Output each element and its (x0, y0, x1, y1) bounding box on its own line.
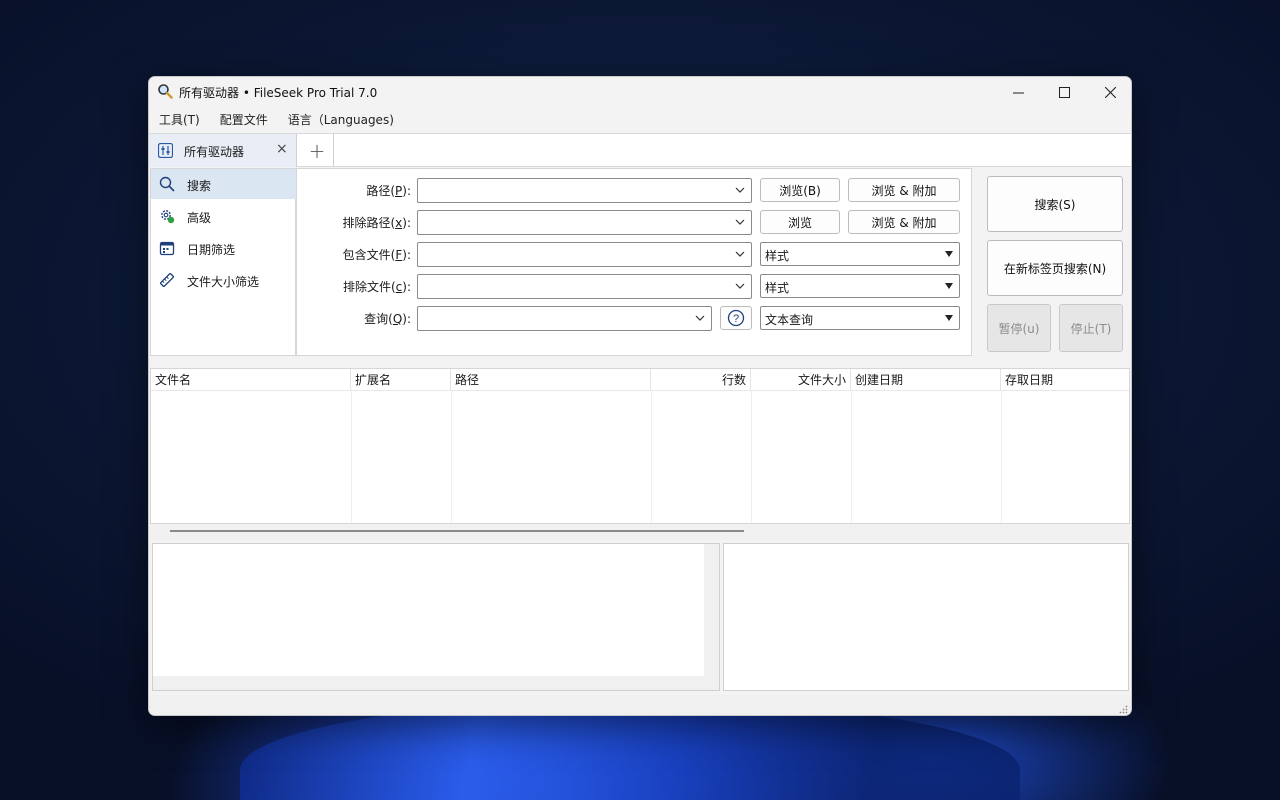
browse-append-button-2[interactable]: 浏览 & 附加 (848, 210, 960, 234)
tab-label: 所有驱动器 (184, 145, 245, 159)
gear-icon (161, 210, 175, 224)
sidebar-item-label: 搜索 (187, 179, 212, 193)
exclude-files-combo[interactable] (417, 274, 752, 299)
sidebar-item-label: 日期筛选 (187, 243, 236, 257)
query-label: 查询(Q): (364, 312, 411, 326)
sidebar-item-label: 高级 (187, 211, 212, 225)
tab-all-drives[interactable]: 所有驱动器 × (149, 134, 297, 167)
pause-button[interactable]: 暂停(u) (987, 304, 1051, 352)
minimize-button[interactable] (995, 77, 1041, 107)
maximize-icon (1058, 86, 1070, 98)
tab-bar: 所有驱动器 × + (149, 133, 1131, 167)
tab-close-icon[interactable]: × (276, 141, 288, 157)
magnifier-app-icon (158, 84, 173, 99)
menu-bar: 工具(T) 配置文件 语言（Languages) (149, 107, 1131, 133)
search-icon (159, 176, 175, 192)
preview-pane-right[interactable] (723, 543, 1129, 691)
include-mode-select[interactable]: 样式 (760, 242, 960, 266)
column-divider (351, 391, 352, 523)
sidebar-item-search[interactable]: 搜索 (151, 169, 296, 199)
column-divider (1001, 391, 1002, 523)
exclude-path-label: 排除路径(x): (342, 216, 411, 230)
column-divider (851, 391, 852, 523)
menu-profiles[interactable]: 配置文件 (212, 107, 276, 133)
query-mode-select[interactable]: 文本查询 (760, 306, 960, 330)
dropdown-arrow-icon (945, 283, 953, 289)
add-tab-button[interactable]: + (303, 137, 331, 165)
menu-languages[interactable]: 语言（Languages) (280, 107, 402, 133)
chevron-down-icon[interactable] (734, 247, 746, 261)
preview-pane-left[interactable] (152, 543, 720, 691)
chevron-down-icon[interactable] (734, 215, 746, 229)
include-files-label: 包含文件(F): (342, 248, 411, 262)
dropdown-arrow-icon (945, 251, 953, 257)
path-combo[interactable] (417, 178, 752, 203)
column-header-filename[interactable]: 文件名 (151, 369, 351, 391)
tab-separator (333, 134, 334, 167)
stop-button[interactable]: 停止(T) (1059, 304, 1123, 352)
column-header-accessed[interactable]: 存取日期 (1001, 369, 1129, 391)
results-table: 文件名 扩展名 路径 行数 文件大小 创建日期 存取日期 (150, 368, 1130, 524)
column-header-created[interactable]: 创建日期 (851, 369, 1001, 391)
browse-button[interactable]: 浏览 (760, 210, 840, 234)
chevron-down-icon[interactable] (694, 311, 706, 325)
include-files-combo[interactable] (417, 242, 752, 267)
results-horizontal-scrollbar[interactable] (150, 524, 1130, 540)
dropdown-arrow-icon (945, 315, 953, 321)
exclude-mode-select[interactable]: 样式 (760, 274, 960, 298)
search-form: 路径(P): 浏览(B) 浏览 & 附加 排除路径(x): 浏览 浏览 & 附加… (296, 168, 972, 356)
column-divider (751, 391, 752, 523)
close-button[interactable] (1087, 77, 1131, 107)
preview-horizontal-scrollbar[interactable] (153, 676, 719, 690)
column-divider (451, 391, 452, 523)
search-new-tab-button[interactable]: 在新标签页搜索(N) (987, 240, 1123, 296)
sliders-icon (158, 143, 173, 158)
column-header-lines[interactable]: 行数 (651, 369, 751, 391)
title-bar: 所有驱动器 • FileSeek Pro Trial 7.0 (149, 77, 1131, 107)
column-header-size[interactable]: 文件大小 (751, 369, 851, 391)
query-combo[interactable] (417, 306, 712, 331)
minimize-icon (1012, 92, 1024, 93)
chevron-down-icon[interactable] (734, 183, 746, 197)
chevron-down-icon[interactable] (734, 279, 746, 293)
search-button[interactable]: 搜索(S) (987, 176, 1123, 232)
close-icon (1104, 86, 1116, 98)
preview-vertical-scrollbar[interactable] (704, 544, 719, 690)
window-title: 所有驱动器 • FileSeek Pro Trial 7.0 (179, 86, 378, 100)
scrollbar-thumb[interactable] (170, 530, 744, 532)
sidebar: 搜索 高级 日期筛选 文件大小筛选 (150, 168, 296, 356)
maximize-button[interactable] (1041, 77, 1087, 107)
calendar-icon (159, 241, 175, 256)
browse-b-button[interactable]: 浏览(B) (760, 178, 840, 202)
column-header-path[interactable]: 路径 (451, 369, 651, 391)
browse-append-button-1[interactable]: 浏览 & 附加 (848, 178, 960, 202)
sidebar-item-date-filter[interactable]: 日期筛选 (151, 233, 296, 263)
exclude-files-label: 排除文件(c): (342, 280, 411, 294)
status-bar (149, 695, 1131, 715)
query-help-button[interactable]: ? (720, 306, 752, 330)
help-icon: ? (727, 309, 745, 327)
svg-text:?: ? (733, 313, 739, 325)
app-window: 所有驱动器 • FileSeek Pro Trial 7.0 工具(T) 配置文… (148, 76, 1132, 716)
resize-grip-icon[interactable] (1118, 704, 1128, 714)
path-label: 路径(P): (366, 184, 411, 198)
ruler-icon (160, 273, 174, 287)
sidebar-item-advanced[interactable]: 高级 (151, 201, 296, 231)
sidebar-item-size-filter[interactable]: 文件大小筛选 (151, 265, 296, 295)
menu-tools[interactable]: 工具(T) (151, 107, 208, 133)
column-header-extension[interactable]: 扩展名 (351, 369, 451, 391)
sidebar-item-label: 文件大小筛选 (187, 275, 260, 289)
column-divider (651, 391, 652, 523)
exclude-path-combo[interactable] (417, 210, 752, 235)
